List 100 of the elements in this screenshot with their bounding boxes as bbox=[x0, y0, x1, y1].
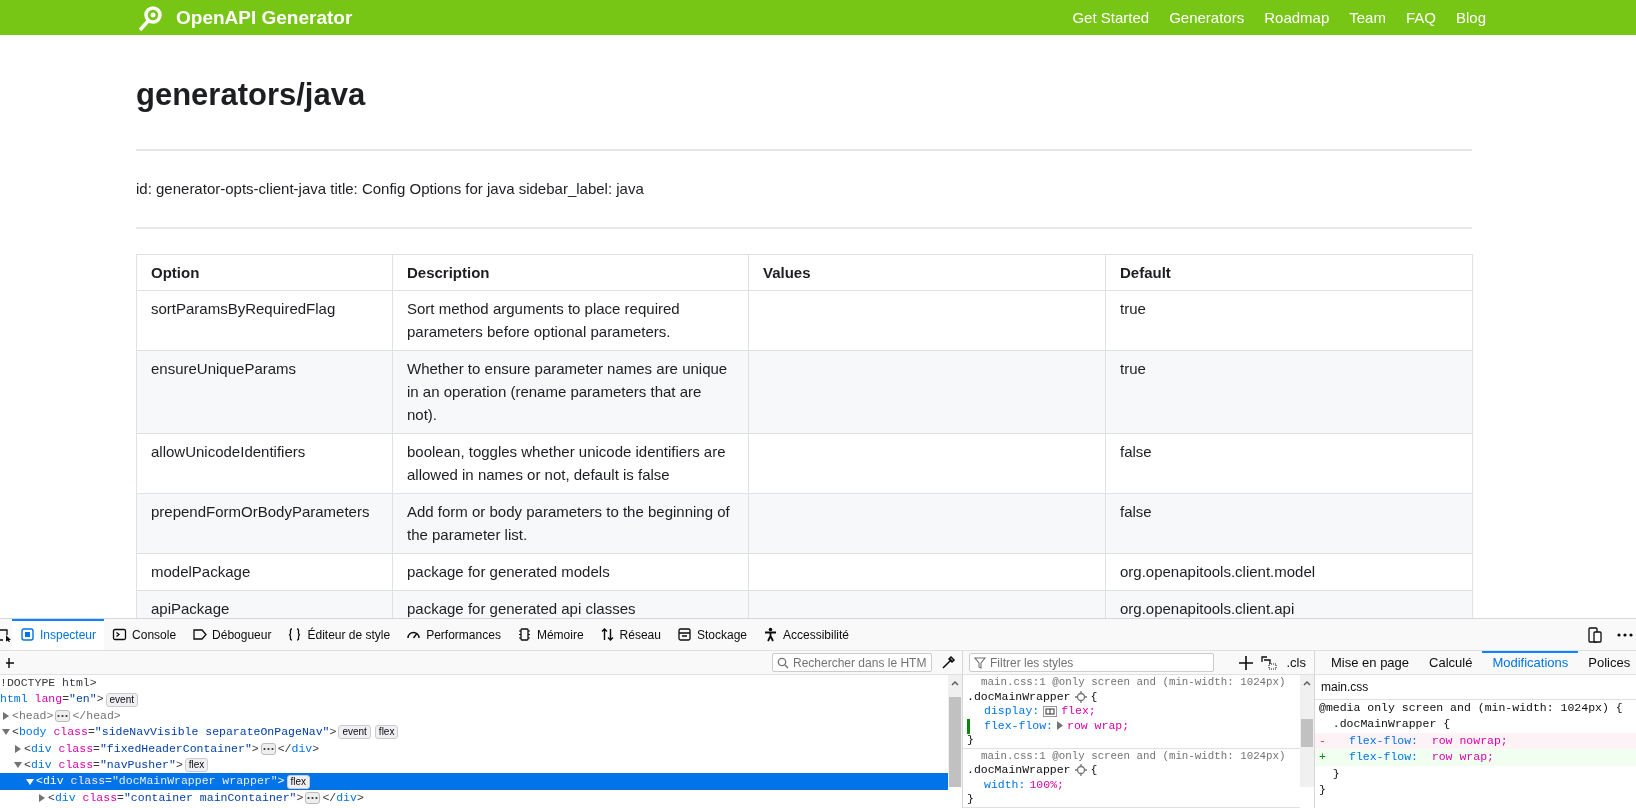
console-icon bbox=[112, 627, 128, 642]
css-property[interactable]: width: bbox=[984, 777, 1026, 792]
table-cell: package for generated api classes bbox=[392, 590, 749, 618]
collapsed-arrow-icon[interactable] bbox=[14, 744, 22, 753]
table-cell: true bbox=[1105, 290, 1473, 351]
expand-node-button[interactable] bbox=[305, 791, 321, 804]
css-selector: .docMainWrapper bbox=[967, 689, 1071, 704]
sidebar-tab[interactable]: Mise en page bbox=[1321, 651, 1420, 675]
css-value: row nowrap; bbox=[1430, 733, 1508, 747]
crosshair-icon bbox=[1074, 690, 1087, 703]
sidebar-tab[interactable]: Modifications bbox=[1482, 651, 1579, 675]
column-header: Description bbox=[392, 254, 749, 291]
rule-source[interactable]: main.css:1 @only screen and (min-width: 1024px) bbox=[967, 748, 1300, 763]
crosshair-icon bbox=[1074, 764, 1087, 777]
collapsed-arrow-icon[interactable] bbox=[2, 711, 10, 720]
diff-sign: - bbox=[1319, 732, 1327, 749]
css-property: flex-flow: bbox=[1349, 750, 1418, 764]
responsive-mode-icon bbox=[1588, 626, 1602, 643]
column-header: Values bbox=[748, 254, 1106, 291]
sidebar-tab[interactable]: Polices bbox=[1578, 651, 1636, 675]
table-cell: prependFormOrBodyParameters bbox=[136, 493, 393, 554]
cls-toggle[interactable]: .cls bbox=[1284, 655, 1308, 670]
expand-node-button[interactable] bbox=[260, 742, 276, 755]
diff-line: @media only screen and (min-width: 1024px) { bbox=[1318, 700, 1624, 716]
devtools-tab[interactable]: Accessibilité bbox=[755, 619, 858, 650]
table-cell: modelPackage bbox=[136, 553, 393, 591]
devtools-tab[interactable]: Inspecteur bbox=[12, 619, 105, 650]
sidebar-tab[interactable]: Calculé bbox=[1419, 651, 1483, 675]
node-markup: <div class="docMainWrapper wrapper"> bbox=[36, 773, 285, 790]
ellipsis-icon bbox=[307, 795, 319, 800]
tag-icon bbox=[192, 627, 208, 642]
css-value[interactable]: flex; bbox=[1061, 704, 1096, 719]
table-cell: Sort method arguments to place required parameters before optional parameters. bbox=[392, 290, 749, 351]
expanded-arrow-icon[interactable] bbox=[14, 761, 22, 770]
collapsed-arrow-icon[interactable] bbox=[38, 793, 46, 802]
css-property: flex-flow: bbox=[1349, 733, 1418, 747]
css-value[interactable]: row wrap; bbox=[1067, 718, 1130, 733]
node-badge[interactable]: flex bbox=[374, 725, 399, 740]
table-cell: boolean, toggles whether unicode identifiers are allowed in names or not, default is false bbox=[392, 433, 749, 494]
page-title: generators/java bbox=[136, 76, 367, 114]
node-markup: html lang="en"> bbox=[0, 691, 104, 708]
node-markup: </div> bbox=[322, 789, 364, 806]
diff-sign: + bbox=[1319, 749, 1327, 766]
pseudo-class-toggle-icon bbox=[1260, 655, 1277, 670]
dom-tree-row[interactable]: html lang="en"> event bbox=[0, 691, 948, 708]
node-badge[interactable]: event bbox=[105, 692, 138, 707]
dom-tree-row[interactable]: <div class="fixedHeaderContainer"> </div> bbox=[0, 740, 948, 757]
table-cell: Whether to ensure parameter names are unique in an operation (rename parameters that are not). bbox=[392, 350, 749, 434]
expanded-arrow-icon[interactable] bbox=[2, 728, 10, 737]
devtools-tab[interactable]: Débogueur bbox=[184, 619, 280, 650]
devtools-tab[interactable]: Éditeur de style bbox=[279, 619, 399, 650]
inspector-icon bbox=[20, 627, 35, 642]
dom-tree-row[interactable]: <head> </head> bbox=[0, 707, 948, 725]
css-value[interactable]: 100%; bbox=[1029, 777, 1064, 792]
front-matter-text: id: generator-opts-client-java title: Config Options for java sidebar_label: java bbox=[136, 179, 645, 199]
rule-source[interactable]: main.css:1 @only screen and (min-width: 1024px) bbox=[967, 675, 1300, 690]
ellipsis-icon bbox=[57, 713, 69, 718]
node-markup: </head> bbox=[72, 707, 121, 724]
brace: } bbox=[967, 792, 975, 807]
diff-line: } bbox=[1331, 765, 1341, 782]
column-header: Default bbox=[1105, 254, 1473, 291]
element-picker-icon bbox=[0, 627, 12, 642]
change-marker bbox=[967, 718, 970, 734]
devtools-tab[interactable]: Console bbox=[104, 619, 185, 650]
person-icon bbox=[763, 627, 778, 642]
node-markup: <div class="navPusher"> bbox=[24, 756, 183, 773]
changed-file-name: main.css bbox=[1315, 675, 1636, 700]
devtools-tab[interactable]: Stockage bbox=[668, 619, 755, 650]
dom-tree-row[interactable]: <div class="docMainWrapper wrapper"> flex bbox=[0, 773, 948, 790]
diff-line: .docMainWrapper { bbox=[1331, 716, 1452, 733]
css-value: row wrap; bbox=[1430, 750, 1494, 764]
table-cell: Add form or body parameters to the beginning of the parameter list. bbox=[392, 493, 749, 554]
node-markup: !DOCTYPE html> bbox=[0, 675, 97, 691]
ellipsis-icon bbox=[262, 746, 274, 751]
devtools-tab[interactable]: Mémoire bbox=[508, 619, 592, 650]
node-badge[interactable]: event bbox=[338, 725, 371, 740]
css-selector: .docMainWrapper bbox=[967, 763, 1071, 778]
css-property[interactable]: flex-flow: bbox=[984, 718, 1053, 733]
flex-layout-icon bbox=[1043, 705, 1058, 717]
search-field[interactable]: Rechercher dans le HTM bbox=[772, 653, 932, 672]
braces-icon bbox=[287, 627, 303, 642]
table-cell: false bbox=[1105, 433, 1473, 494]
devtools-tab[interactable]: Réseau bbox=[591, 619, 669, 650]
dom-tree-row[interactable]: <body class="sideNavVisible separateOnPageNav"> event flex bbox=[0, 724, 948, 741]
expand-node-button[interactable] bbox=[55, 709, 71, 722]
dom-tree-row[interactable]: <div class="navPusher"> flex bbox=[0, 756, 948, 774]
up-down-arrows-icon bbox=[599, 627, 615, 642]
eyedropper-icon bbox=[940, 654, 956, 671]
table-cell: true bbox=[1105, 350, 1473, 434]
dom-tree-row[interactable]: !DOCTYPE html> bbox=[0, 675, 948, 692]
node-badge[interactable]: flex bbox=[184, 758, 209, 773]
dom-tree-row[interactable]: <div class="container mainContainer"> </div> bbox=[0, 789, 948, 807]
css-property[interactable]: display: bbox=[984, 704, 1040, 719]
expand-triangle-icon bbox=[1057, 721, 1063, 731]
filter-field[interactable]: Filtrer les styles bbox=[969, 653, 1214, 672]
storage-icon bbox=[676, 627, 692, 642]
expanded-arrow-icon[interactable] bbox=[26, 777, 34, 786]
diff-line: } bbox=[1318, 782, 1327, 799]
devtools-tab[interactable]: Performances bbox=[398, 619, 509, 650]
node-badge[interactable]: flex bbox=[286, 774, 311, 789]
